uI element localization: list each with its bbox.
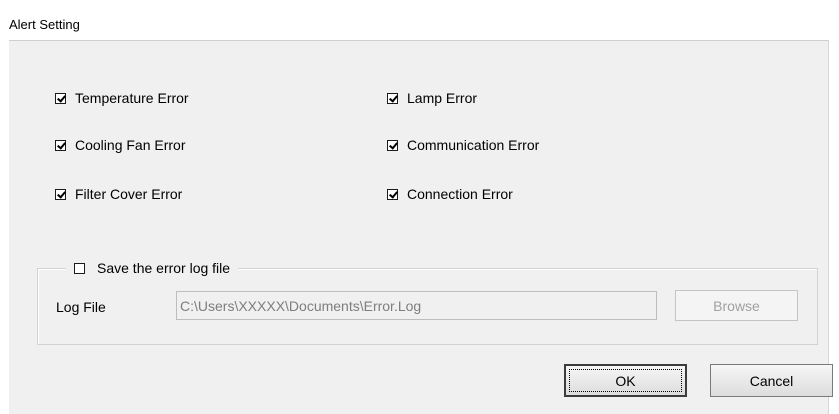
alert-setting-dialog: Alert Setting Temperature Error Cooling … [0, 0, 839, 414]
log-file-label: Log File [56, 299, 106, 315]
filter-cover-error-checkbox[interactable]: Filter Cover Error [55, 185, 182, 203]
communication-error-checkbox[interactable]: Communication Error [387, 136, 539, 154]
cooling-fan-error-checkbox[interactable]: Cooling Fan Error [55, 136, 186, 154]
checkbox-label: Cooling Fan Error [75, 137, 186, 153]
ok-button[interactable]: OK [564, 364, 687, 397]
checkbox-box[interactable] [55, 139, 66, 151]
checkbox-label: Temperature Error [75, 90, 189, 106]
browse-button[interactable]: Browse [675, 290, 798, 321]
checkbox-label: Filter Cover Error [75, 186, 183, 202]
checkbox-box[interactable] [55, 188, 66, 200]
checkbox-box[interactable] [387, 139, 398, 151]
log-file-path-input[interactable] [176, 291, 657, 320]
checkbox-label: Communication Error [407, 137, 540, 153]
save-log-label: Save the error log file [97, 260, 231, 276]
lamp-error-checkbox[interactable]: Lamp Error [387, 89, 477, 107]
connection-error-checkbox[interactable]: Connection Error [387, 185, 513, 203]
checkbox-box[interactable] [387, 188, 398, 200]
checkbox-label: Connection Error [407, 186, 513, 202]
checkbox-box[interactable] [55, 92, 66, 104]
right-frame [828, 40, 839, 414]
save-log-checkbox[interactable]: Save the error log file [66, 258, 239, 278]
cancel-label: Cancel [749, 372, 794, 389]
temperature-error-checkbox[interactable]: Temperature Error [55, 89, 189, 107]
dialog-title: Alert Setting [9, 17, 80, 32]
checkbox-box[interactable] [387, 92, 398, 104]
title-bar: Alert Setting [0, 0, 839, 41]
cancel-button[interactable]: Cancel [710, 364, 833, 397]
focus-rectangle [569, 369, 682, 392]
checkbox-label: Lamp Error [407, 90, 478, 106]
left-frame [0, 40, 9, 414]
checkbox-box[interactable] [74, 262, 85, 274]
